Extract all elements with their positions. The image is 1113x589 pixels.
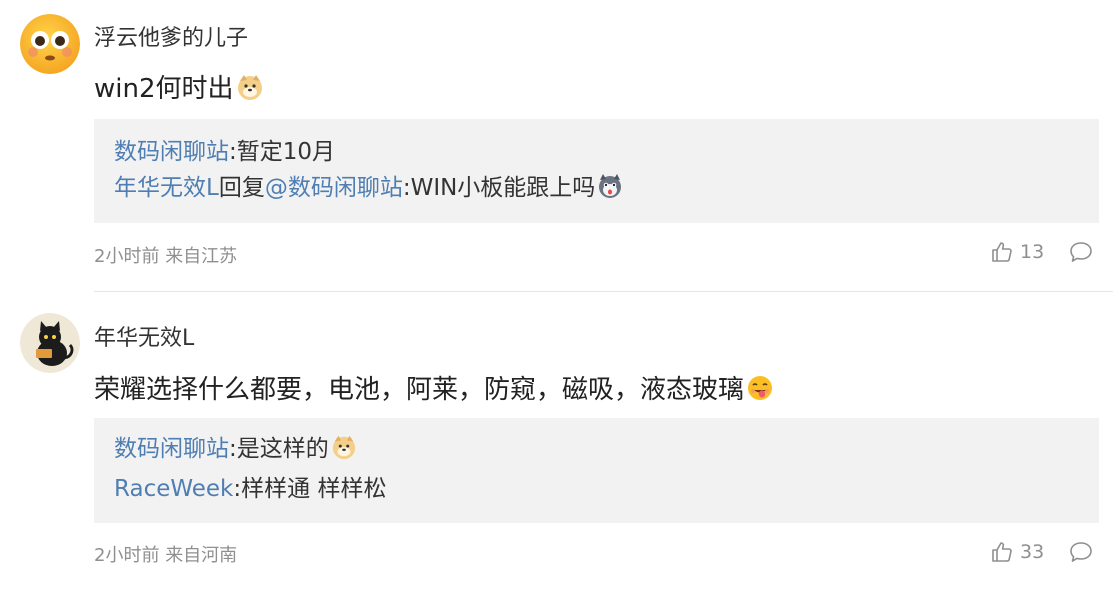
tongue-emoji-icon (746, 374, 774, 409)
like-count: 33 (1020, 541, 1045, 563)
reply-button[interactable] (1068, 240, 1094, 268)
comment-time: 2小时前 (94, 246, 160, 267)
reply-box: 数码闲聊站:暂定10月 年华无效L回复@数码闲聊站:WIN小板能跟上吗 (94, 119, 1099, 223)
reply-text: 样样通 样样松 (241, 476, 387, 502)
reply-item: RaceWeek:样样通 样样松 (114, 471, 1099, 507)
reply-separator: : (229, 436, 237, 462)
comment-time: 2小时前 (94, 545, 160, 566)
reply-author[interactable]: 年华无效L (114, 175, 219, 201)
comment-text: 荣耀选择什么都要，电池，阿莱，防窥，磁吸，液态玻璃 (94, 375, 745, 405)
reply-box: 数码闲聊站:是这样的 RaceWeek:样样通 样样松 (94, 418, 1099, 523)
reply-mention[interactable]: @数码闲聊站 (265, 175, 403, 201)
black-cat-avatar-icon (20, 313, 80, 373)
avatar[interactable] (20, 14, 80, 74)
comment-item: 浮云他爹的儿子 win2何时出 数码闲聊站:暂定10月 年华无效L回复@数码闲聊… (0, 0, 1113, 290)
like-button[interactable]: 33 (990, 540, 1044, 564)
comment-username[interactable]: 年华无效L (94, 320, 194, 352)
doge-emoji-icon (236, 73, 264, 108)
like-button[interactable]: 13 (990, 240, 1044, 264)
reply-word: 回复 (218, 175, 265, 201)
comment-content: win2何时出 (94, 68, 264, 108)
comment-bubble-icon (1070, 542, 1092, 562)
reply-item: 年华无效L回复@数码闲聊站:WIN小板能跟上吗 (114, 170, 1099, 210)
reply-author[interactable]: 数码闲聊站 (114, 436, 229, 462)
thumbs-up-icon (992, 542, 1012, 562)
reply-item: 数码闲聊站:暂定10月 (114, 134, 1099, 170)
comment-content: 荣耀选择什么都要，电池，阿莱，防窥，磁吸，液态玻璃 (94, 369, 774, 409)
reply-text: WIN小板能跟上吗 (410, 175, 596, 201)
avatar[interactable] (20, 313, 80, 373)
comment-location: 来自河南 (165, 545, 238, 566)
comment-bubble-icon (1070, 242, 1092, 262)
reply-text: 暂定10月 (236, 139, 336, 165)
like-count: 13 (1020, 241, 1045, 263)
thumbs-up-icon (992, 242, 1012, 262)
comment-text: win2何时出 (94, 74, 234, 104)
comment-meta: 2小时前 来自河南 (94, 541, 237, 567)
reply-button[interactable] (1068, 540, 1094, 568)
reply-separator: : (402, 175, 411, 201)
reply-text: 是这样的 (236, 436, 329, 462)
reply-item: 数码闲聊站:是这样的 (114, 431, 1099, 471)
reply-author[interactable]: RaceWeek (114, 476, 233, 502)
comment-username[interactable]: 浮云他爹的儿子 (94, 20, 248, 52)
reply-separator: : (229, 139, 237, 165)
husky-emoji-icon (597, 173, 623, 210)
reply-separator: : (233, 476, 242, 502)
doge-emoji-icon (331, 434, 357, 471)
comment-item: 年华无效L 荣耀选择什么都要，电池，阿莱，防窥，磁吸，液态玻璃 数码闲聊站:是这… (0, 292, 1113, 589)
flushed-face-icon (20, 14, 80, 74)
reply-author[interactable]: 数码闲聊站 (114, 139, 229, 165)
comment-meta: 2小时前 来自江苏 (94, 242, 237, 268)
comment-location: 来自江苏 (165, 246, 238, 267)
